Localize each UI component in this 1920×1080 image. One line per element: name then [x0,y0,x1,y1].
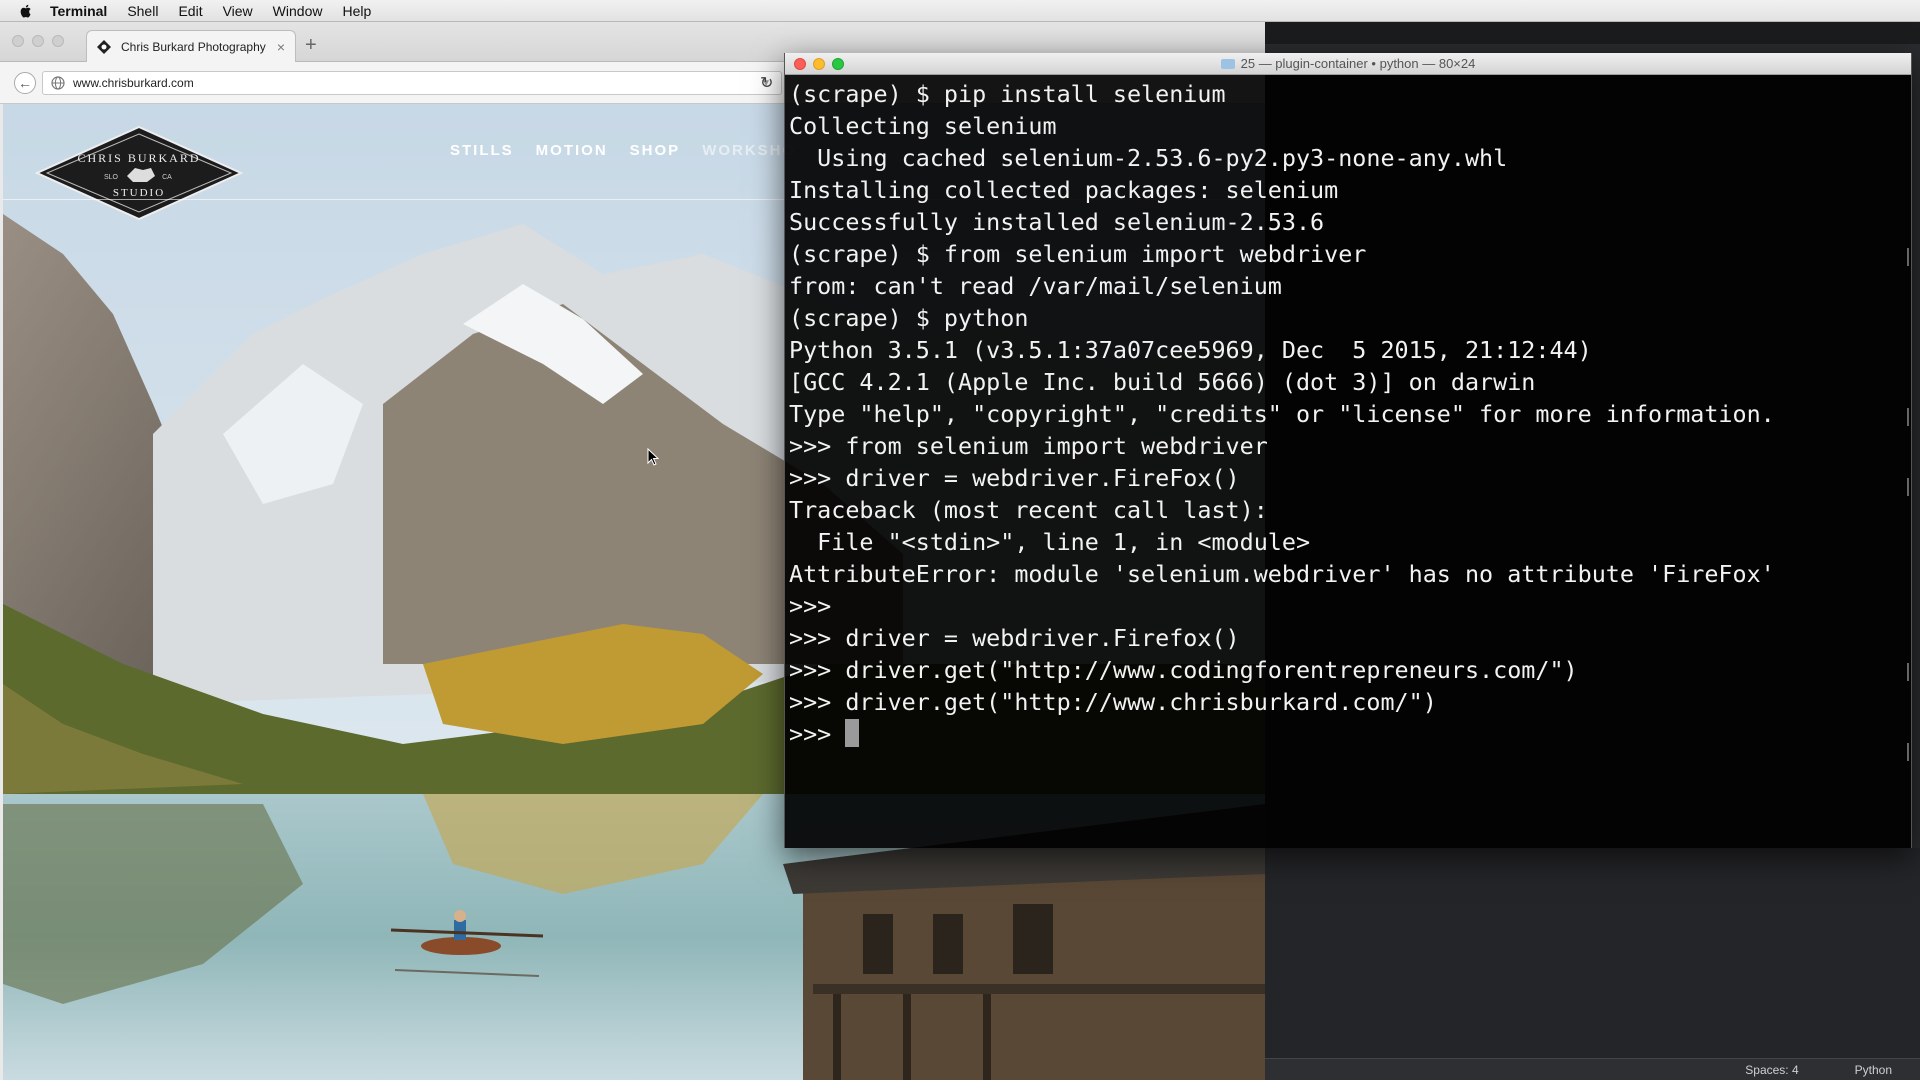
scroll-marker [1907,248,1909,266]
nav-motion-link[interactable]: MOTION [536,142,608,159]
browser-zoom-button[interactable] [52,35,64,47]
reload-icon[interactable]: ↻ [760,73,773,93]
scroll-marker [1907,743,1909,761]
browser-close-button[interactable] [12,35,24,47]
terminal-line: [GCC 4.2.1 (Apple Inc. build 5666) (dot … [789,368,1536,396]
menu-edit[interactable]: Edit [178,3,202,19]
terminal-minimize-button[interactable] [813,58,825,70]
terminal-line: >>> driver = webdriver.Firefox() [789,624,1240,652]
svg-text:CA: CA [162,174,172,181]
terminal-output[interactable]: (scrape) $ pip install selenium Collectin… [789,78,1901,848]
browser-minimize-button[interactable] [32,35,44,47]
mouse-pointer-icon [647,448,659,466]
terminal-line: Python 3.5.1 (v3.5.1:37a07cee5969, Dec 5… [789,336,1592,364]
terminal-line: AttributeError: module 'selenium.webdriv… [789,560,1775,588]
url-text: www.chrisburkard.com [73,76,194,90]
terminal-line: >>> from selenium import webdriver [789,432,1268,460]
terminal-window[interactable]: 25 — plugin-container • python — 80×24 (… [784,53,1912,848]
apple-icon[interactable] [18,3,34,19]
browser-tab[interactable]: Chris Burkard Photography × [86,30,296,62]
scroll-marker [1907,478,1909,496]
terminal-title-bar[interactable]: 25 — plugin-container • python — 80×24 [785,53,1911,75]
terminal-prompt: >>> [789,720,846,748]
tab-close-icon[interactable]: × [277,39,285,55]
terminal-line: Installing collected packages: selenium [789,176,1339,204]
terminal-cursor [845,719,860,747]
new-tab-button[interactable]: + [305,34,317,57]
terminal-close-button[interactable] [794,58,806,70]
back-arrow-icon[interactable]: ← [14,72,36,94]
menu-bar: Terminal Shell Edit View Window Help [0,0,1920,22]
menu-app-terminal[interactable]: Terminal [50,3,107,19]
terminal-line: Successfully installed selenium-2.53.6 [789,208,1325,236]
editor-status-bar: Spaces: 4 Python [1265,1058,1920,1080]
terminal-line: >>> driver = webdriver.FireFox() [789,464,1240,492]
site-favicon-icon [97,39,111,54]
menu-view[interactable]: View [223,3,253,19]
terminal-line: (scrape) $ pip install selenium [789,80,1226,108]
url-bar[interactable]: www.chrisburkard.com ▼ [42,71,782,95]
scroll-marker [1907,408,1909,426]
tab-title: Chris Burkard Photography [121,39,266,54]
svg-text:CHRIS BURKARD: CHRIS BURKARD [77,151,200,165]
chris-burkard-logo[interactable]: CHRIS BURKARD STUDIO SLO CA [33,124,245,222]
globe-icon [51,76,65,90]
terminal-line: Type "help", "copyright", "credits" or "… [789,400,1775,428]
svg-text:STUDIO: STUDIO [113,187,165,199]
terminal-title: 25 — plugin-container • python — 80×24 [1240,56,1476,71]
menu-shell[interactable]: Shell [127,3,158,19]
terminal-line: File "<stdin>", line 1, in <module> [789,528,1311,556]
nav-stills-link[interactable]: STILLS [450,142,514,159]
nav-shop-link[interactable]: SHOP [630,142,681,159]
terminal-line: >>> driver.get("http://www.codingforentr… [789,656,1578,684]
indent-spaces-status[interactable]: Spaces: 4 [1745,1063,1798,1077]
terminal-line: from: can't read /var/mail/selenium [789,272,1282,300]
browser-window-controls [12,35,64,47]
terminal-line: Traceback (most recent call last): [789,496,1268,524]
terminal-window-controls [794,58,844,70]
terminal-line: >>> driver.get("http://www.chrisburkard.… [789,688,1437,716]
scroll-marker [1907,663,1909,681]
nav-workshops-link[interactable]: WORKSHO [702,142,796,159]
terminal-line: (scrape) $ python [789,304,1029,332]
site-navigation: STILLS MOTION SHOP WORKSHO [450,142,796,159]
terminal-line: (scrape) $ from selenium import webdrive… [789,240,1367,268]
terminal-line: Collecting selenium [789,112,1057,140]
terminal-line: >>> [789,592,832,620]
terminal-prompt-line[interactable]: >>> [789,718,1901,750]
terminal-zoom-button[interactable] [832,58,844,70]
svg-text:SLO: SLO [104,174,119,181]
folder-icon [1220,59,1235,69]
menu-window[interactable]: Window [273,3,323,19]
menu-help[interactable]: Help [342,3,371,19]
editor-area [1265,848,1920,1060]
language-status[interactable]: Python [1855,1063,1892,1077]
terminal-line: Using cached selenium-2.53.6-py2.py3-non… [789,144,1508,172]
